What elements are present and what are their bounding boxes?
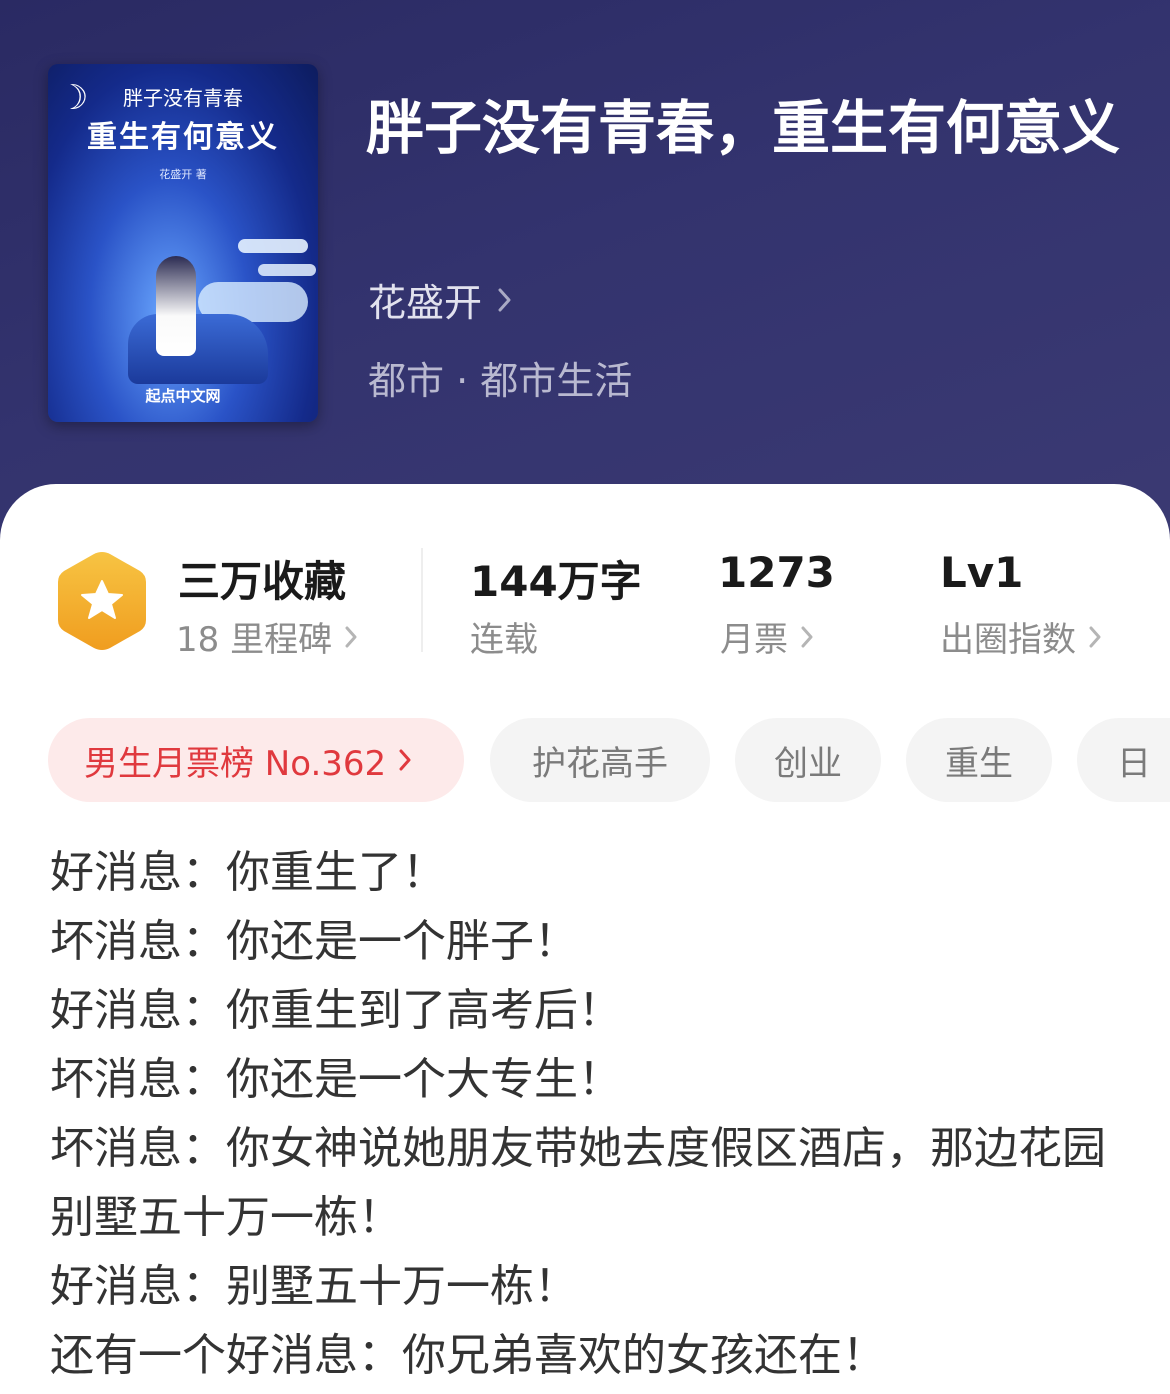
book-title: 胖子没有青春，重生有何意义 (366, 94, 1121, 162)
serial-status: 连载 (470, 612, 538, 661)
collect-count: 三万收藏 (178, 557, 347, 606)
cover-cloud (258, 264, 316, 276)
author-name: 花盛开 (368, 281, 483, 325)
popularity-index-label: 出圈指数 (940, 620, 1076, 660)
star-hexagon-icon[interactable] (54, 548, 150, 654)
cover-title-small: 胖子没有青春 (123, 86, 243, 110)
cover-author: 花盛开 著 (159, 168, 207, 181)
popularity-level: Lv1 (940, 548, 1024, 597)
word-count: 144万字 (470, 557, 642, 606)
tag-chip[interactable]: 重生 (906, 718, 1052, 802)
description-line: 坏消息：你还是一个胖子！ (50, 916, 578, 967)
popularity-index-link[interactable]: 出圈指数 (940, 612, 1102, 661)
chevron-right-icon (801, 626, 813, 647)
chevron-right-icon (498, 288, 511, 311)
book-description[interactable]: 好消息：你重生了！ 坏消息：你还是一个胖子！ 好消息：你重生到了高考后！ 坏消息… (50, 838, 1130, 1390)
milestone-label: 18 里程碑 (176, 620, 333, 660)
tag-chip[interactable]: 创业 (735, 718, 881, 802)
book-genre: 都市 · 都市生活 (368, 359, 633, 403)
tag-chip[interactable]: 护花高手 (490, 718, 710, 802)
description-line: 坏消息：你还是一个大专生！ (50, 1054, 622, 1105)
chevron-right-icon (399, 749, 411, 771)
stats-divider (421, 548, 423, 652)
monthly-ticket-label: 月票 (720, 620, 788, 660)
chevron-right-icon (345, 626, 357, 647)
tag-chip[interactable]: 日 (1077, 718, 1170, 802)
description-line: 好消息：别墅五十万一栋！ (50, 1261, 578, 1312)
milestone-link[interactable]: 18 里程碑 (176, 612, 358, 661)
description-line: 坏消息：你女神说她朋友带她去度假区酒店，那边花园别墅五十万一栋！ (50, 1123, 1106, 1243)
ranking-label: 男生月票榜 No.362 (84, 743, 387, 784)
cover-figures (156, 256, 196, 356)
monthly-ticket-link[interactable]: 月票 (720, 612, 814, 661)
serial-status-label: 连载 (470, 620, 538, 660)
description-line: 好消息：你重生了！ (50, 847, 446, 898)
description-line: 好消息：你重生到了高考后！ (50, 985, 622, 1036)
cover-title-big: 重生有何意义 (87, 120, 279, 155)
author-link[interactable]: 花盛开 (368, 272, 514, 327)
cover-rock (128, 314, 268, 384)
cover-cloud (238, 239, 308, 253)
cover-publisher: 起点中文网 (145, 387, 221, 405)
monthly-ticket-count: 1273 (718, 548, 835, 597)
chevron-right-icon (1089, 626, 1101, 647)
book-cover[interactable]: ☽ 胖子没有青春 重生有何意义 花盛开 著 起点中文网 (48, 64, 318, 422)
ranking-tag[interactable]: 男生月票榜 No.362 (48, 718, 464, 802)
description-line: 还有一个好消息：你兄弟喜欢的女孩还在！ (50, 1330, 886, 1381)
